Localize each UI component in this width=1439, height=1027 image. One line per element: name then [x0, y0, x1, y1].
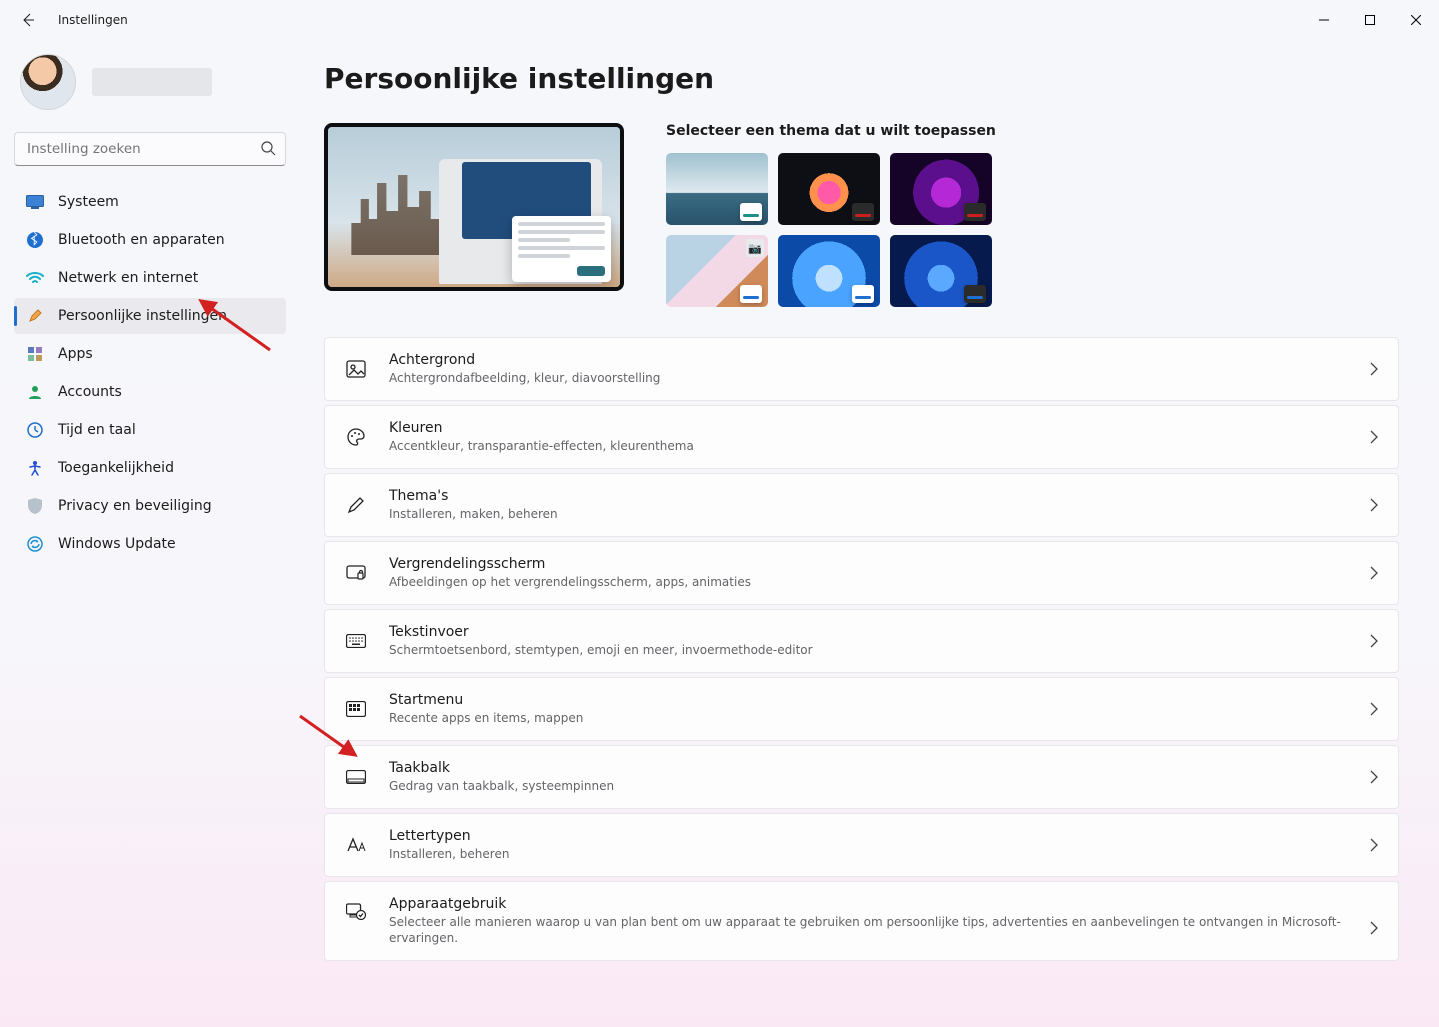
minimize-button[interactable] — [1301, 0, 1347, 40]
keyboard-icon — [345, 630, 367, 652]
sidebar-item-accessibility[interactable]: Toegankelijkheid — [14, 450, 286, 486]
back-button[interactable] — [16, 8, 40, 32]
card-title: Startmenu — [389, 692, 1348, 708]
sidebar-item-label: Apps — [58, 346, 93, 362]
avatar — [20, 54, 76, 110]
profile-name-redacted — [92, 68, 212, 96]
card-start[interactable]: Startmenu Recente apps en items, mappen — [324, 677, 1399, 741]
theme-option-4[interactable]: 📷 — [666, 235, 768, 307]
chevron-right-icon — [1370, 634, 1378, 648]
chevron-right-icon — [1370, 362, 1378, 376]
page-title: Persoonlijke instellingen — [324, 62, 1399, 95]
brush-icon — [26, 307, 44, 325]
start-icon — [345, 698, 367, 720]
sidebar-item-windows-update[interactable]: Windows Update — [14, 526, 286, 562]
chevron-right-icon — [1370, 770, 1378, 784]
profile-block[interactable] — [14, 48, 286, 128]
image-icon — [345, 358, 367, 380]
sidebar-item-label: Bluetooth en apparaten — [58, 232, 225, 248]
taskbar-icon — [345, 766, 367, 788]
sidebar-item-label: Toegankelijkheid — [58, 460, 174, 476]
chevron-right-icon — [1370, 921, 1378, 935]
card-fonts[interactable]: Lettertypen Installeren, beheren — [324, 813, 1399, 877]
close-button[interactable] — [1393, 0, 1439, 40]
palette-icon — [345, 426, 367, 448]
theme-option-2[interactable] — [778, 153, 880, 225]
theme-option-6[interactable] — [890, 235, 992, 307]
card-subtitle: Afbeeldingen op het vergrendelingsscherm… — [389, 574, 1348, 590]
card-text-input[interactable]: Tekstinvoer Schermtoetsenbord, stemtypen,… — [324, 609, 1399, 673]
sidebar-item-accounts[interactable]: Accounts — [14, 374, 286, 410]
sidebar-item-label: Netwerk en internet — [58, 270, 198, 286]
chevron-right-icon — [1370, 838, 1378, 852]
app-title: Instellingen — [58, 13, 128, 27]
card-subtitle: Schermtoetsenbord, stemtypen, emoji en m… — [389, 642, 1348, 658]
bluetooth-icon — [26, 231, 44, 249]
chevron-right-icon — [1370, 498, 1378, 512]
card-device-usage[interactable]: Apparaatgebruik Selecteer alle manieren w… — [324, 881, 1399, 961]
spotlight-icon: 📷 — [746, 239, 764, 257]
card-title: Vergrendelingsscherm — [389, 556, 1348, 572]
theme-option-3[interactable] — [890, 153, 992, 225]
sidebar-item-bluetooth[interactable]: Bluetooth en apparaten — [14, 222, 286, 258]
card-subtitle: Achtergrondafbeelding, kleur, diavoorste… — [389, 370, 1348, 386]
card-themes[interactable]: Thema's Installeren, maken, beheren — [324, 473, 1399, 537]
chevron-right-icon — [1370, 430, 1378, 444]
sidebar-item-label: Windows Update — [58, 536, 176, 552]
system-icon — [26, 193, 44, 211]
sidebar-item-label: Accounts — [58, 384, 122, 400]
card-lockscreen[interactable]: Vergrendelingsscherm Afbeeldingen op het … — [324, 541, 1399, 605]
chevron-right-icon — [1370, 702, 1378, 716]
apps-icon — [26, 345, 44, 363]
card-subtitle: Recente apps en items, mappen — [389, 710, 1348, 726]
card-title: Thema's — [389, 488, 1348, 504]
chevron-right-icon — [1370, 566, 1378, 580]
themes-heading: Selecteer een thema dat u wilt toepassen — [666, 123, 1399, 139]
card-title: Tekstinvoer — [389, 624, 1348, 640]
sidebar-item-label: Tijd en taal — [58, 422, 136, 438]
card-subtitle: Selecteer alle manieren waarop u van pla… — [389, 914, 1348, 946]
search-field[interactable] — [14, 132, 286, 166]
card-subtitle: Gedrag van taakbalk, systeempinnen — [389, 778, 1348, 794]
sidebar-item-privacy[interactable]: Privacy en beveiliging — [14, 488, 286, 524]
sidebar-item-label: Privacy en beveiliging — [58, 498, 212, 514]
card-subtitle: Installeren, beheren — [389, 846, 1348, 862]
card-title: Achtergrond — [389, 352, 1348, 368]
accessibility-icon — [26, 459, 44, 477]
card-title: Taakbalk — [389, 760, 1348, 776]
desktop-preview[interactable] — [324, 123, 624, 291]
sidebar-item-time-language[interactable]: Tijd en taal — [14, 412, 286, 448]
card-background[interactable]: Achtergrond Achtergrondafbeelding, kleur,… — [324, 337, 1399, 401]
person-icon — [26, 383, 44, 401]
fonts-icon — [345, 834, 367, 856]
clock-globe-icon — [26, 421, 44, 439]
search-icon — [260, 140, 276, 156]
sidebar-item-system[interactable]: Systeem — [14, 184, 286, 220]
card-title: Lettertypen — [389, 828, 1348, 844]
device-usage-icon — [345, 900, 367, 922]
card-title: Kleuren — [389, 420, 1348, 436]
pencil-icon — [345, 494, 367, 516]
maximize-button[interactable] — [1347, 0, 1393, 40]
shield-icon — [26, 497, 44, 515]
card-colors[interactable]: Kleuren Accentkleur, transparantie-effect… — [324, 405, 1399, 469]
sidebar-item-personalization[interactable]: Persoonlijke instellingen — [14, 298, 286, 334]
theme-option-1[interactable] — [666, 153, 768, 225]
card-title: Apparaatgebruik — [389, 896, 1348, 912]
theme-option-5[interactable] — [778, 235, 880, 307]
sidebar-item-apps[interactable]: Apps — [14, 336, 286, 372]
sidebar-item-label: Systeem — [58, 194, 119, 210]
update-icon — [26, 535, 44, 553]
search-input[interactable] — [14, 132, 286, 166]
card-subtitle: Installeren, maken, beheren — [389, 506, 1348, 522]
card-taskbar[interactable]: Taakbalk Gedrag van taakbalk, systeempinn… — [324, 745, 1399, 809]
card-subtitle: Accentkleur, transparantie-effecten, kle… — [389, 438, 1348, 454]
wifi-icon — [26, 269, 44, 287]
sidebar-item-network[interactable]: Netwerk en internet — [14, 260, 286, 296]
lockscreen-icon — [345, 562, 367, 584]
sidebar-item-label: Persoonlijke instellingen — [58, 308, 227, 324]
